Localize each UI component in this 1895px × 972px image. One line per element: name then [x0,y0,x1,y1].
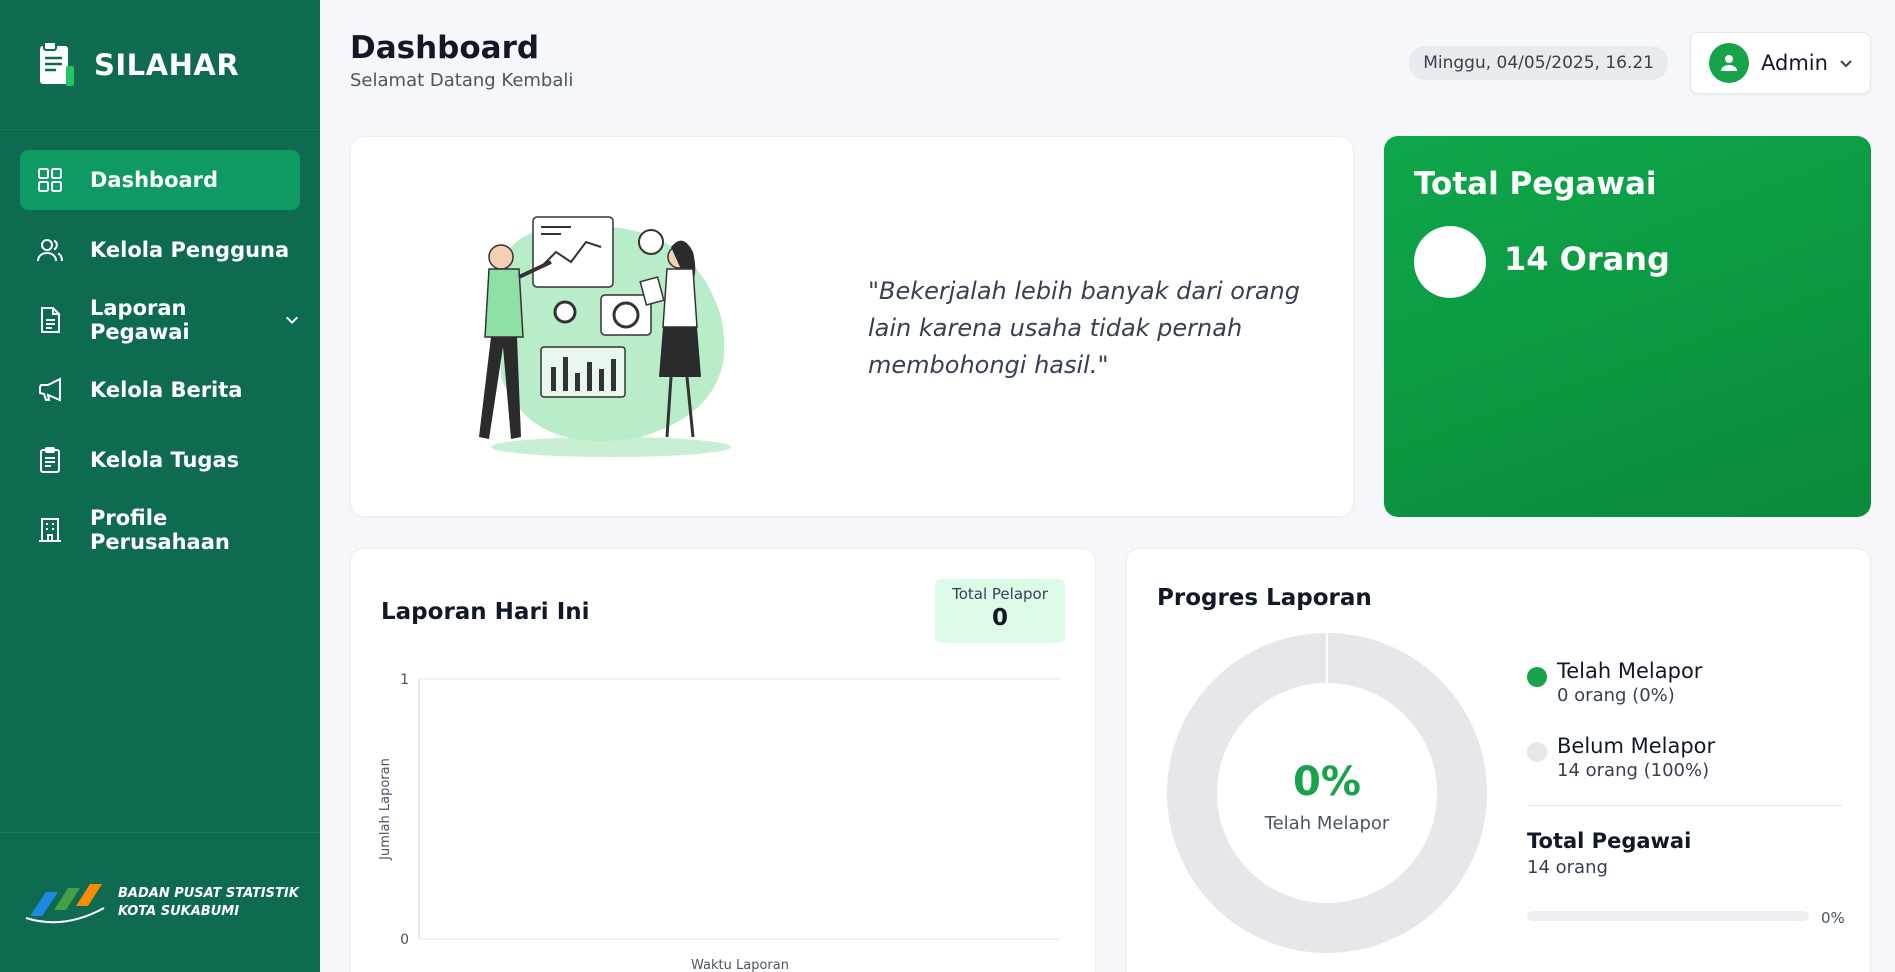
grid-icon [38,168,62,192]
bps-logo-icon [25,883,105,923]
legend-divider [1527,805,1842,806]
legend-item-reported: Telah Melapor 0 orang (0%) [1527,659,1702,706]
chart-y-axis-label: Jumlah Laporan [378,758,393,861]
app-logo-icon [40,41,74,86]
user-name: Admin [1761,51,1828,75]
sidebar-nav: Dashboard Kelola Pengguna Laporan Pegawa… [0,130,320,560]
daily-report-card: Laporan Hari Ini Total Pelapor 0 0 1 Jumla… [350,548,1096,972]
sidebar-item-label: Laporan Pegawai [90,296,190,344]
sidebar-item-label: Kelola Berita [90,378,243,402]
total-employees-card: Total Pegawai 14 Orang [1384,136,1871,517]
document-icon [41,307,60,333]
sidebar-item-dashboard[interactable]: Dashboard [20,150,300,210]
report-progress-card: Progres Laporan 0% Telah Melapor Telah M… [1126,548,1871,972]
legend-item-not-reported: Belum Melapor 14 orang (100%) [1527,734,1715,781]
building-icon [39,518,61,542]
sidebar-item-label: Dashboard [90,168,219,192]
sidebar: SILAHAR Dashboard Kelola Pengguna Lapora… [0,0,320,972]
progress-total-label: Total Pegawai [1527,829,1692,853]
sidebar-item-profile-perusahaan[interactable]: Profile Perusahaan [20,500,300,560]
total-reporters-badge: Total Pelapor 0 [935,579,1065,643]
legend-dot-not-reported [1527,742,1547,762]
chevron-down-icon [285,316,298,324]
motivational-quote: "Bekerjalah lebih banyak dari orang lain… [868,277,1300,379]
sidebar-item-label: Kelola Pengguna [90,238,290,262]
progress-bar [1527,911,1809,921]
clipboard-icon [40,447,60,473]
chart-y-tick-label: 1 [400,672,409,688]
report-progress-title: Progres Laporan [1157,585,1372,611]
welcome-card: "Bekerjalah lebih banyak dari orang lain… [350,136,1354,517]
total-reporters-label: Total Pelapor [952,585,1048,603]
user-icon [1721,55,1737,71]
app-name: SILAHAR [94,47,240,82]
progress-total-value: 14 orang [1527,857,1608,878]
chart-x-axis-label: Waktu Laporan [691,958,789,972]
total-reporters-value: 0 [991,605,1008,631]
total-employees-value: 14 Orang [1504,240,1670,278]
total-employees-title: Total Pegawai [1414,166,1657,202]
legend-dot-reported [1527,667,1547,687]
progress-bar-percentage: 0% [1821,909,1845,927]
sidebar-footer: BADAN PUSAT STATISTIK KOTA SUKABUMI [0,832,320,972]
teamwork-illustration [479,216,731,457]
sidebar-item-laporan-pegawai[interactable]: Laporan Pegawai [20,290,300,350]
daily-report-chart: 0 1 Jumlah Laporan Waktu Laporan [378,672,1061,972]
progress-percentage: 0% [1293,759,1361,805]
chevron-down-icon [1840,60,1852,68]
bps-label: BADAN PUSAT STATISTIK KOTA SUKABUMI [118,885,299,919]
datetime-badge: Minggu, 04/05/2025, 16.21 [1409,46,1668,80]
brand[interactable]: SILAHAR [0,0,320,130]
megaphone-icon [39,377,61,402]
chart-y-tick-label: 0 [400,932,409,948]
daily-report-title: Laporan Hari Ini [381,599,590,625]
user-menu-button[interactable]: Admin [1690,32,1871,94]
sidebar-item-kelola-pengguna[interactable]: Kelola Pengguna [20,220,300,280]
sidebar-item-label: Profile Perusahaan [90,506,230,554]
users-icon [37,239,63,262]
sidebar-item-label: Kelola Tugas [90,448,240,472]
progress-center-label: Telah Melapor [1264,813,1390,834]
total-employees-icon [1414,226,1486,298]
sidebar-item-kelola-tugas[interactable]: Kelola Tugas [20,430,300,490]
sidebar-item-kelola-berita[interactable]: Kelola Berita [20,360,300,420]
header: Dashboard Selamat Datang Kembali Minggu,… [350,30,1871,100]
avatar [1709,43,1749,83]
